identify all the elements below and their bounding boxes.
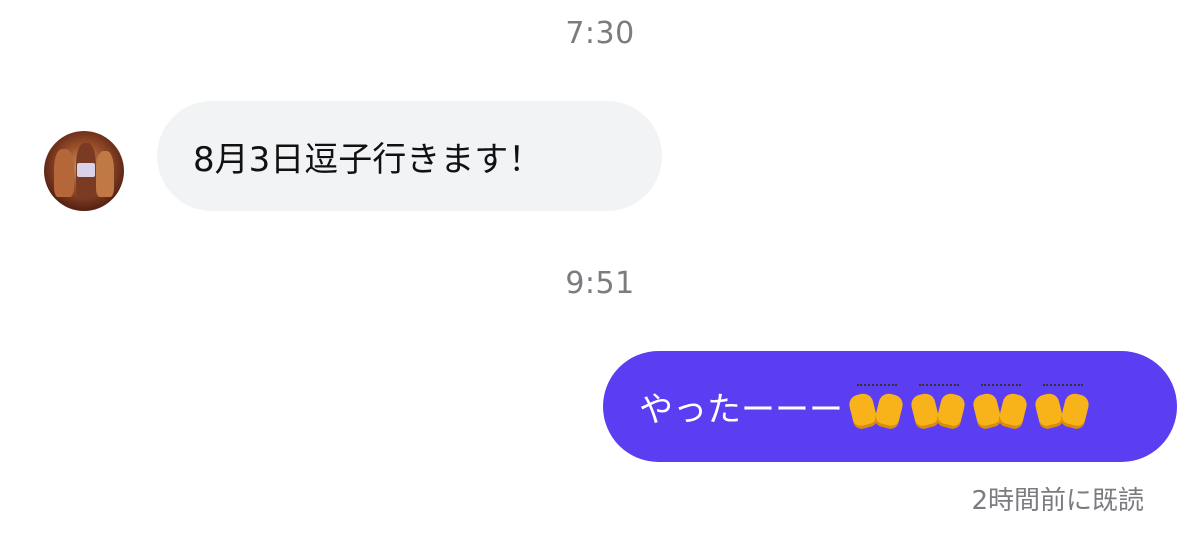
chat-thread: 7:30 8月3日逗子行きます！ 9:51 やったーーー 2時間前に既読: [0, 0, 1200, 544]
read-receipt: 2時間前に既読: [971, 486, 1144, 516]
message-text: 8月3日逗子行きます！: [193, 139, 543, 180]
timestamp: 9:51: [565, 266, 635, 301]
incoming-message-bubble[interactable]: 8月3日逗子行きます！: [157, 101, 662, 211]
avatar-figure: [54, 149, 74, 197]
raising-hands-icon: [971, 382, 1033, 432]
avatar-figure: [96, 151, 114, 197]
message-text: やったーーー: [639, 390, 843, 430]
emoji-group: [847, 382, 1095, 432]
avatar-sign: [77, 163, 95, 177]
outgoing-message-bubble[interactable]: やったーーー: [603, 351, 1177, 462]
raising-hands-icon: [847, 382, 909, 432]
raising-hands-icon: [909, 382, 971, 432]
timestamp: 7:30: [565, 16, 635, 51]
raising-hands-icon: [1033, 382, 1095, 432]
avatar[interactable]: [44, 131, 124, 211]
